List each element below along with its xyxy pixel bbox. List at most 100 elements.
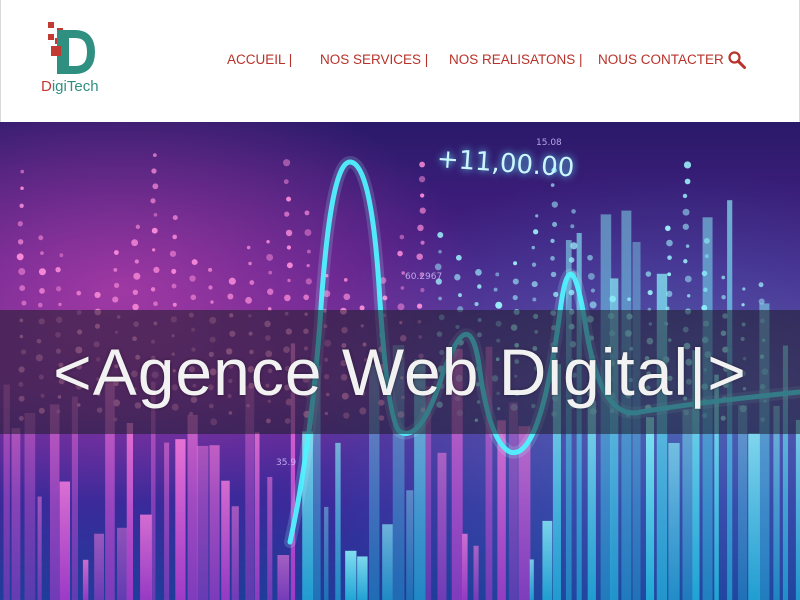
hero-bar (196, 445, 209, 600)
hero-dot (132, 289, 139, 295)
hero-bar (277, 555, 290, 600)
hero-dot (550, 238, 555, 244)
nav-item-nos-services[interactable]: NOS SERVICES | (320, 52, 428, 67)
hero-dot (666, 239, 673, 247)
hero-bar (94, 533, 104, 600)
hero-bar (164, 442, 170, 600)
hero-dot (420, 193, 425, 198)
hero-dot (417, 224, 424, 232)
hero-mini-label: 15.08 (536, 138, 562, 148)
hero-dot (152, 183, 159, 190)
hero-dot (249, 280, 255, 285)
hero-dot (721, 275, 726, 280)
hero-bar (406, 490, 414, 600)
hero-dot (306, 263, 310, 268)
hero-bar (231, 506, 239, 600)
hero-dot (17, 239, 24, 245)
hero-dot (113, 250, 119, 255)
hero-dot (266, 240, 270, 244)
main-nav: ACCUEIL | NOS SERVICES | NOS REALISATONS… (1, 52, 800, 72)
nav-item-nos-realisations[interactable]: NOS REALISATONS | (449, 52, 583, 67)
hero-dot (683, 161, 692, 169)
hero-dot (266, 253, 274, 261)
hero-dot (571, 209, 576, 214)
hero-mini-label: 60.2967 (405, 272, 443, 282)
hero-dot (228, 277, 236, 285)
hero-dot (455, 254, 462, 261)
hero-dot (171, 268, 177, 274)
hero-dot (551, 201, 558, 208)
hero-dot (152, 248, 156, 252)
hero-dot (150, 198, 156, 204)
hero-bar (529, 559, 534, 600)
hero-bar (59, 481, 71, 600)
hero-dot (172, 234, 178, 240)
hero-dot (420, 287, 425, 293)
nav-item-nous-contacter[interactable]: NOUS CONTACTER (598, 52, 724, 67)
hero-dot (38, 268, 46, 276)
hero-bar (437, 452, 447, 600)
hero-dot (171, 283, 177, 289)
hero-dot (550, 256, 555, 261)
hero-dot (248, 261, 252, 266)
hero-dot (550, 271, 557, 278)
hero-dot (684, 275, 692, 283)
hero-dot (55, 267, 61, 273)
search-icon[interactable] (727, 50, 747, 70)
hero-bar (473, 545, 479, 600)
hero-dot (152, 153, 157, 158)
hero-bar (254, 432, 260, 600)
hero-dot (39, 288, 45, 294)
hero-bar (117, 527, 128, 600)
hero-dot (343, 293, 351, 301)
hero-dot (645, 271, 652, 277)
hero-dot (437, 231, 444, 238)
hero-bar (221, 480, 230, 600)
hero-dot (682, 193, 688, 199)
hero-dot (37, 302, 43, 308)
hero-dot (284, 211, 290, 217)
hero-dot (474, 301, 479, 307)
hero-dot (418, 176, 426, 183)
hero-dot (647, 290, 653, 296)
hero-dot (305, 278, 312, 285)
hero-dot (531, 281, 538, 288)
hero-dot (665, 225, 671, 232)
hero-dot (134, 259, 139, 264)
site-header: DigiTech ACCUEIL | NOS SERVICES | NOS RE… (0, 0, 800, 122)
hero-dot (208, 267, 213, 272)
hero-dot (684, 178, 691, 185)
hero-dot (172, 215, 178, 221)
hero-bar (82, 559, 89, 600)
hero-dot (532, 297, 537, 302)
hero-bar (773, 405, 780, 600)
hero-dot (685, 244, 690, 248)
hero-dot (513, 261, 518, 266)
hero-dot (667, 255, 672, 260)
hero-dot (495, 272, 500, 277)
hero-dot (94, 291, 101, 299)
hero-dot (283, 159, 291, 167)
hero-dot (587, 272, 595, 280)
hero-dot (153, 301, 158, 307)
hero-bar (382, 524, 393, 600)
hero-dot (131, 239, 139, 247)
hero-dot (687, 294, 691, 298)
nav-item-accueil[interactable]: ACCUEIL | (227, 52, 292, 67)
hero-dot (286, 196, 292, 202)
hero-bar (748, 433, 760, 600)
hero-dot (438, 250, 442, 254)
hero-dot (20, 169, 25, 174)
logo-brand-text[interactable]: DigiTech (41, 78, 99, 95)
hero-bar (140, 514, 152, 600)
hero-dot (420, 240, 425, 245)
hero-mini-label: 35.9 (276, 458, 297, 468)
hero-dot (434, 263, 442, 271)
hero-dot (683, 259, 688, 264)
hero-dot (210, 300, 214, 304)
hero-bar (324, 506, 329, 600)
hero-bar (37, 496, 42, 600)
hero-dot (245, 296, 253, 304)
hero-dot (533, 229, 539, 235)
hero-bar (682, 409, 693, 600)
